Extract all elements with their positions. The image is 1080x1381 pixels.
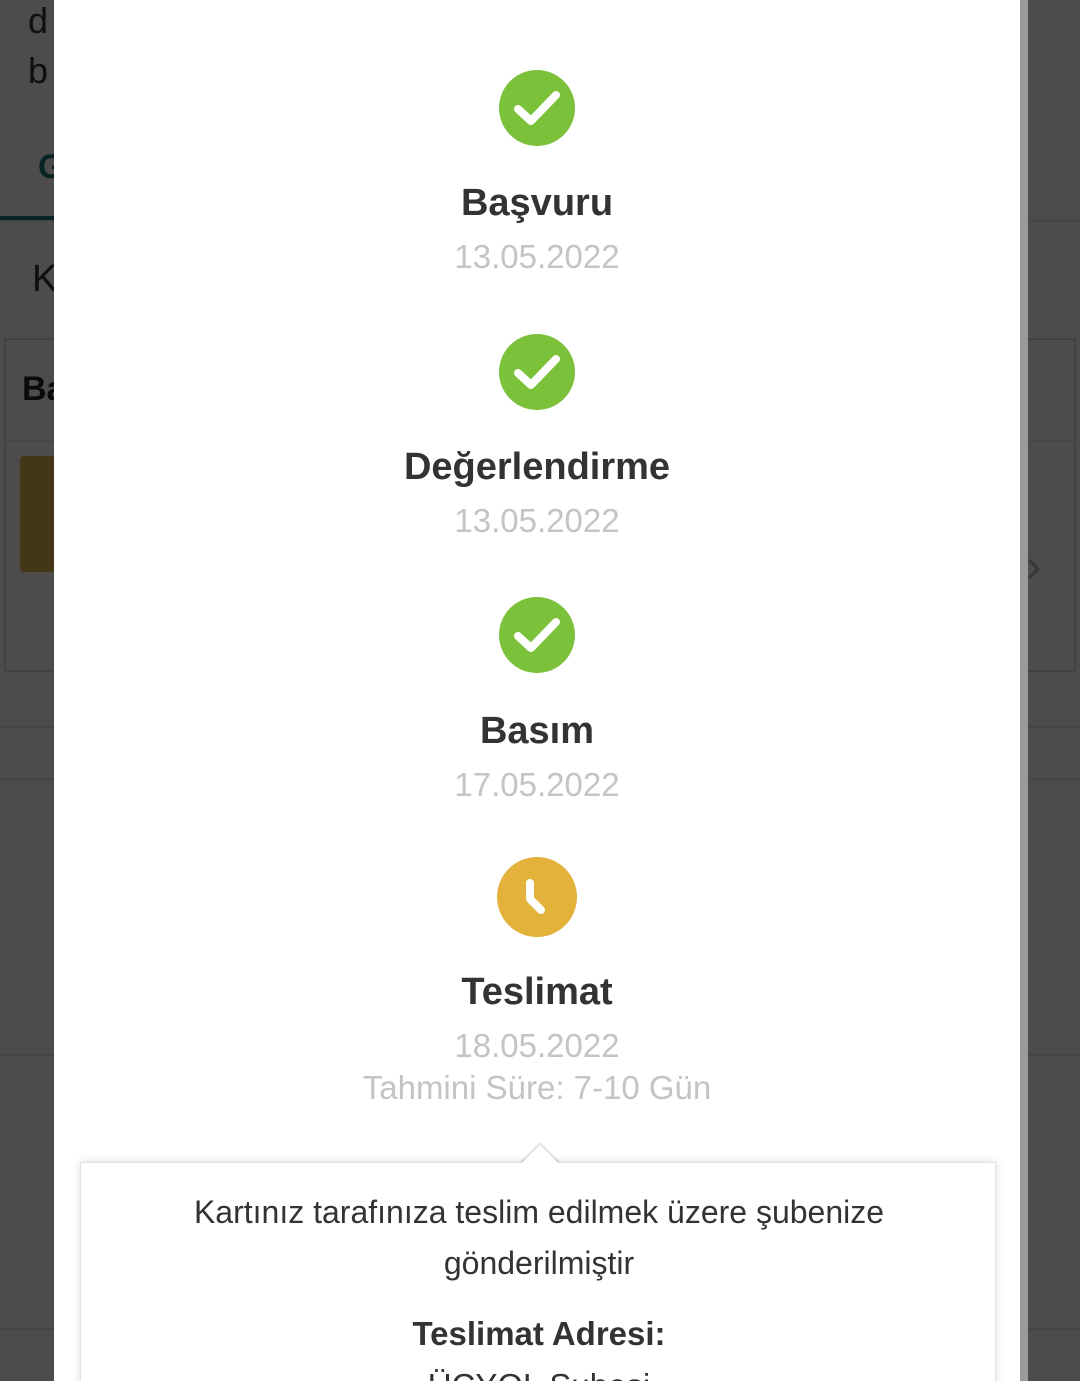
delivery-message: Kartınız tarafınıza teslim edilmek üzere… [193,1194,885,1281]
tooltip-arrow-fill [522,1145,558,1163]
step-estimate: Tahmini Süre: 7-10 Gün [362,1069,712,1106]
step-title: Değerlendirme [403,446,671,488]
card-status-modal: Başvuru 13.05.2022 Değerlendirme 13.05.2… [54,0,1020,1381]
clock-icon [497,857,577,937]
check-icon [499,334,575,410]
step-date: 13.05.2022 [454,238,620,275]
delivery-info-box: Kartınız tarafınıza teslim edilmek üzere… [80,1162,996,1381]
delivery-address-label: Teslimat Adresi: [412,1315,666,1352]
step-date: 17.05.2022 [454,766,620,803]
check-icon [499,597,575,673]
step-title: Başvuru [460,182,614,224]
scrollbar[interactable] [1020,0,1028,1381]
step-title: Basım [479,710,595,752]
step-date: 13.05.2022 [454,502,620,539]
delivery-address-value: ÜÇYOL Şubesi [81,1367,997,1381]
check-icon [499,70,575,146]
step-title: Teslimat [461,971,613,1013]
step-date: 18.05.2022 [454,1027,620,1064]
